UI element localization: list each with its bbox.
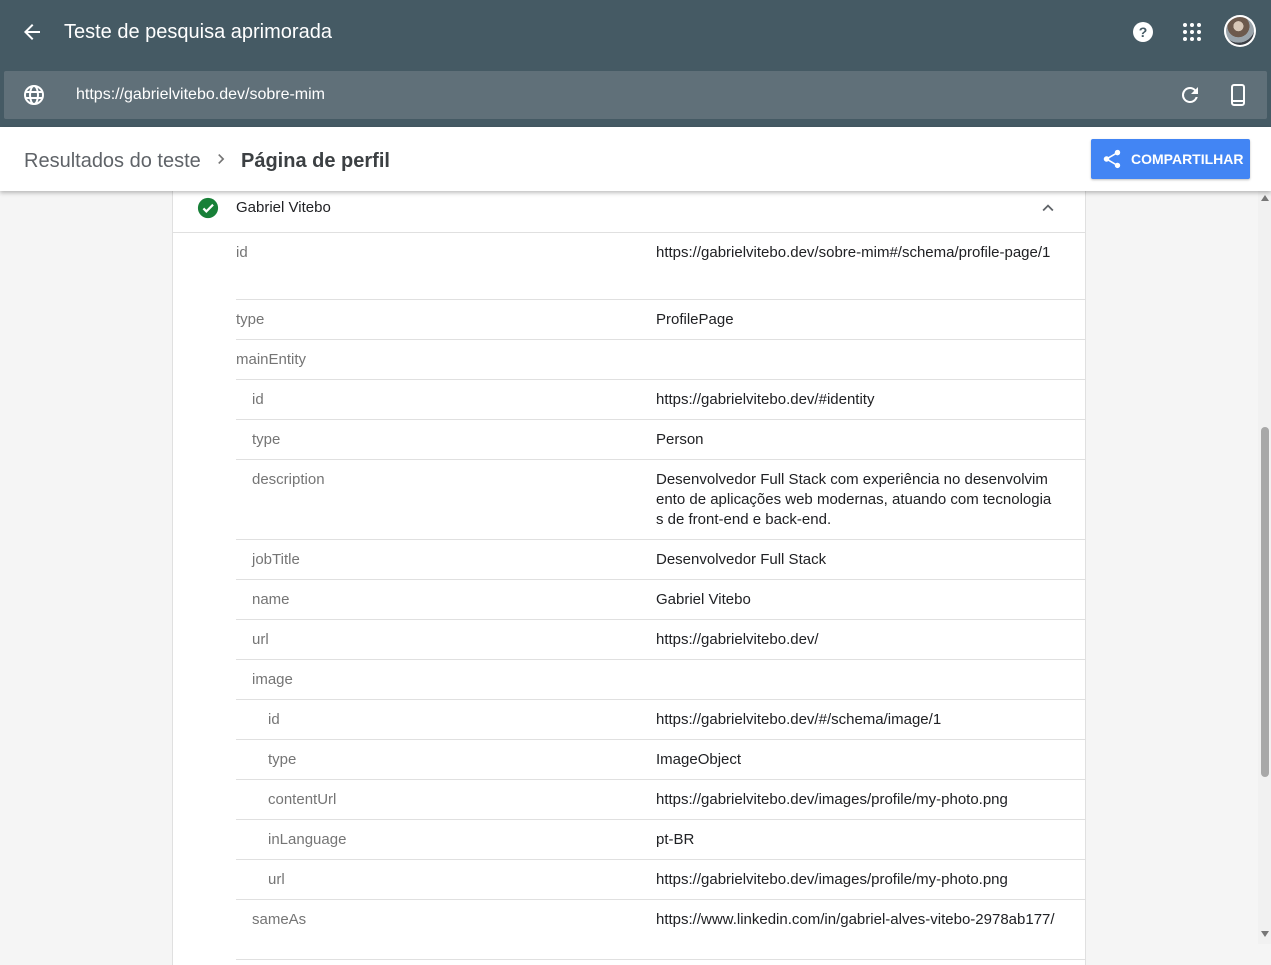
property-name: type (268, 751, 297, 768)
globe-icon (22, 83, 46, 107)
valid-check-icon (197, 197, 219, 219)
property-value: https://gabrielvitebo.dev/ (656, 631, 819, 648)
property-row: type ImageObject (236, 740, 1085, 780)
property-row: sameAs https://www.linkedin.com/in/gabrie… (236, 900, 1085, 960)
url-bar: https://gabrielvitebo.dev/sobre-mim (4, 71, 1267, 119)
property-list: id https://gabrielvitebo.dev/sobre-mim#/s… (236, 233, 1085, 960)
property-name: image (252, 671, 293, 688)
app-title: Teste de pesquisa aprimorada (64, 21, 332, 43)
property-name: mainEntity (236, 351, 307, 368)
account-avatar[interactable] (1224, 15, 1256, 47)
help-icon: ? (1133, 22, 1153, 42)
property-value: ImageObject (656, 751, 742, 768)
property-row: id https://gabrielvitebo.dev/#identity (236, 380, 1085, 420)
back-arrow-icon (24, 24, 40, 40)
property-row: url https://gabrielvitebo.dev/ (236, 620, 1085, 660)
share-button[interactable]: COMPARTILHAR (1091, 139, 1250, 179)
item-header[interactable]: Gabriel Vitebo (173, 185, 1085, 233)
property-name: inLanguage (268, 831, 347, 848)
property-value: Person (656, 431, 704, 448)
property-row: url https://gabrielvitebo.dev/images/prof… (236, 860, 1085, 900)
property-value: https://gabrielvitebo.dev/images/profile… (656, 871, 1008, 888)
scroll-down-arrow-icon[interactable] (1261, 931, 1269, 937)
property-value: https://gabrielvitebo.dev/#/schema/image… (656, 711, 942, 728)
item-title: Gabriel Vitebo (236, 199, 331, 216)
property-value: Desenvolvedor Full Stack com experiência… (656, 471, 1052, 528)
property-row: type ProfilePage (236, 300, 1085, 340)
device-toggle-button[interactable] (1226, 83, 1250, 107)
property-name: contentUrl (268, 791, 337, 808)
breadcrumb: Resultados do teste Página de perfil COM… (0, 127, 1271, 191)
tested-url: https://gabrielvitebo.dev/sobre-mim (76, 86, 325, 103)
svg-text:?: ? (1139, 24, 1148, 40)
property-name: id (268, 711, 280, 728)
structured-data-card: Gabriel Vitebo id https://gabrielvitebo.d… (172, 185, 1086, 965)
property-value: Gabriel Vitebo (656, 591, 751, 608)
property-name: id (236, 244, 248, 261)
property-name: type (252, 431, 281, 448)
property-row: name Gabriel Vitebo (236, 580, 1085, 620)
back-button[interactable] (20, 20, 44, 44)
property-value: https://gabrielvitebo.dev/images/profile… (656, 791, 1008, 808)
share-icon (1103, 149, 1121, 169)
property-value: https://www.linkedin.com/in/gabriel-alve… (656, 911, 1055, 928)
breadcrumb-current: Página de perfil (241, 150, 390, 172)
apps-button[interactable] (1180, 20, 1204, 44)
property-row: mainEntity (236, 340, 1085, 380)
property-name: type (236, 311, 265, 328)
help-button[interactable]: ? (1131, 20, 1155, 44)
property-row: image (236, 660, 1085, 700)
chevron-right-icon (211, 149, 231, 169)
chevron-up-icon[interactable] (1037, 197, 1059, 219)
reload-button[interactable] (1178, 83, 1202, 107)
scrollbar[interactable] (1258, 191, 1271, 944)
title-row: Teste de pesquisa aprimorada ? (0, 0, 1271, 64)
property-name: sameAs (252, 911, 307, 928)
property-row: id https://gabrielvitebo.dev/sobre-mim#/s… (236, 233, 1085, 300)
property-row: description Desenvolvedor Full Stack com … (236, 460, 1085, 540)
property-value: Desenvolvedor Full Stack (656, 551, 827, 568)
scroll-up-arrow-icon[interactable] (1261, 195, 1269, 201)
smartphone-icon (1231, 84, 1245, 106)
property-name: url (268, 871, 285, 888)
app-header: Teste de pesquisa aprimorada ? https://g… (0, 0, 1271, 127)
property-value: pt-BR (656, 831, 695, 848)
refresh-icon (1181, 86, 1198, 103)
property-name: url (252, 631, 269, 648)
property-row: contentUrl https://gabrielvitebo.dev/imag… (236, 780, 1085, 820)
share-label: COMPARTILHAR (1131, 151, 1244, 167)
property-name: jobTitle (252, 551, 300, 568)
property-row: id https://gabrielvitebo.dev/#/schema/ima… (236, 700, 1085, 740)
property-row: type Person (236, 420, 1085, 460)
property-row: inLanguage pt-BR (236, 820, 1085, 860)
property-value: ProfilePage (656, 311, 734, 328)
property-name: name (252, 591, 290, 608)
property-name: description (252, 471, 325, 488)
apps-grid-icon (1183, 23, 1201, 41)
property-row: jobTitle Desenvolvedor Full Stack (236, 540, 1085, 580)
property-value: https://gabrielvitebo.dev/#identity (656, 391, 875, 408)
breadcrumb-parent[interactable]: Resultados do teste (24, 149, 201, 173)
property-value: https://gabrielvitebo.dev/sobre-mim#/sch… (656, 244, 1051, 261)
scroll-thumb[interactable] (1261, 427, 1269, 777)
property-name: id (252, 391, 264, 408)
